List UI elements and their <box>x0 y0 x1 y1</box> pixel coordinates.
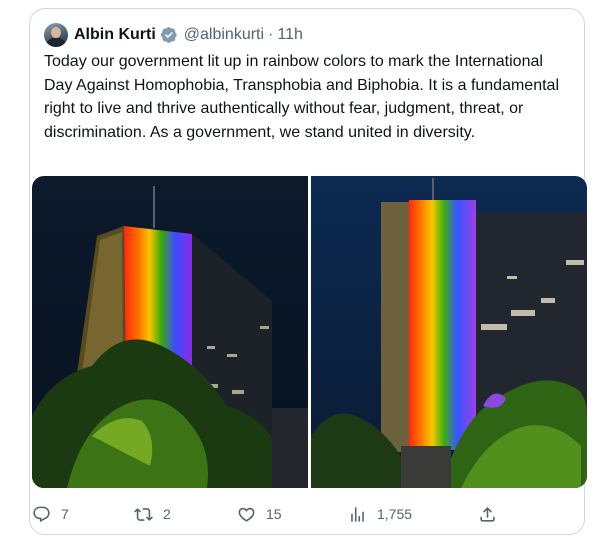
tweet-media <box>32 176 587 488</box>
tweet-card[interactable]: Albin Kurti @albinkurti · 11h Today our … <box>29 8 587 535</box>
reply-button[interactable]: 7 <box>32 505 69 524</box>
tweet-header: Albin Kurti @albinkurti · 11h <box>44 23 303 47</box>
avatar[interactable] <box>44 23 68 47</box>
views-count: 1,755 <box>377 506 413 522</box>
heart-icon <box>238 507 255 522</box>
verified-badge-icon <box>160 27 177 43</box>
repost-count: 2 <box>163 506 171 522</box>
photo-building-right[interactable] <box>311 176 587 488</box>
reply-icon <box>33 506 50 522</box>
views-button[interactable]: 1,755 <box>348 505 412 524</box>
timestamp[interactable]: 11h <box>277 26 303 44</box>
photo-building-left[interactable] <box>32 176 308 488</box>
share-icon <box>480 506 495 522</box>
reply-count: 7 <box>61 506 69 522</box>
share-button[interactable] <box>478 505 507 524</box>
like-button[interactable]: 15 <box>237 505 282 524</box>
author-name[interactable]: Albin Kurti <box>74 26 156 44</box>
separator-dot: · <box>268 26 274 43</box>
repost-icon <box>134 507 153 521</box>
repost-button[interactable]: 2 <box>134 505 171 524</box>
like-count: 15 <box>266 506 282 522</box>
author-handle[interactable]: @albinkurti <box>184 26 264 44</box>
tweet-text: Today our government lit up in rainbow c… <box>44 53 559 141</box>
views-icon <box>351 506 364 522</box>
tweet-actions: 7 2 15 1,755 <box>30 501 586 527</box>
